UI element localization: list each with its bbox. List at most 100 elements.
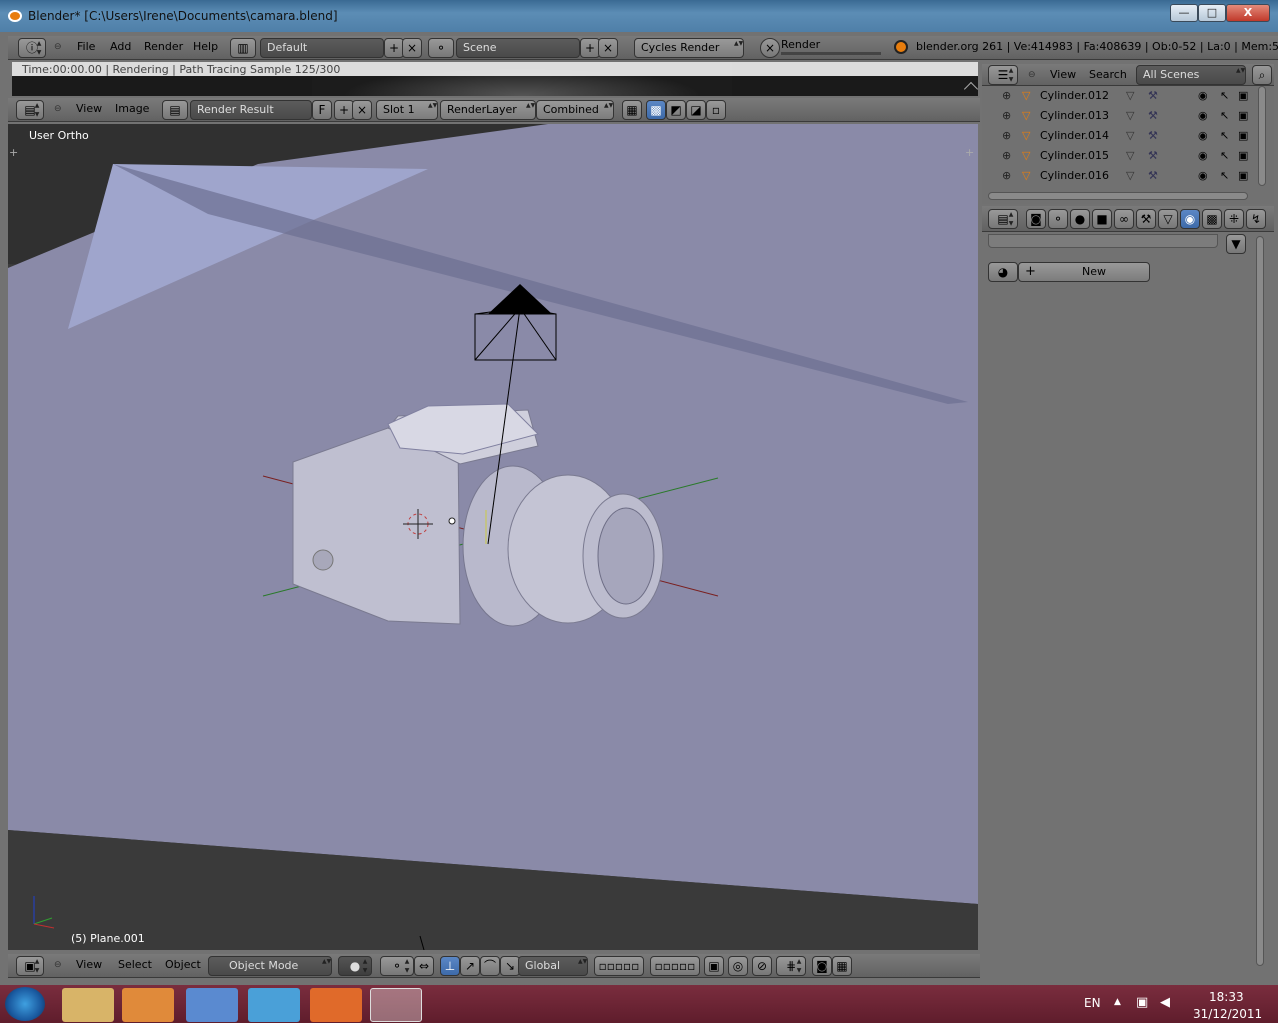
collapse-menu-icon[interactable]: ⊖ (54, 36, 62, 59)
slot-select[interactable]: Slot 1 (376, 100, 438, 120)
close-button[interactable]: X (1226, 4, 1270, 22)
menu-image[interactable]: Image (115, 98, 149, 121)
tray-arrow-icon[interactable]: ▲ (1114, 997, 1121, 1007)
renderability-camera-icon[interactable]: ▣ (1238, 86, 1248, 106)
collapse-menu-icon[interactable]: ⊖ (54, 954, 62, 977)
renderability-camera-icon[interactable]: ▣ (1238, 146, 1248, 166)
language-indicator[interactable]: EN (1084, 996, 1101, 1010)
image-browse-icon[interactable]: ▤ (162, 100, 188, 120)
draw-rgb-icon[interactable]: ◪ (686, 100, 706, 120)
constraints-tab-icon[interactable]: ∞ (1114, 209, 1134, 229)
clock-time[interactable]: 18:33 (1209, 990, 1244, 1004)
outliner-display-mode-select[interactable]: All Scenes (1136, 65, 1246, 85)
texture-tab-icon[interactable]: ▩ (1202, 209, 1222, 229)
search-icon[interactable]: ⌕ (1252, 65, 1272, 85)
pivot-point-select[interactable]: ⚬ (380, 956, 414, 976)
outliner-row[interactable]: ⊕ ▽ Cylinder.015 ▽ ⚒ ◉ ↖ ▣ (982, 146, 1252, 166)
cancel-render-icon[interactable]: × (760, 38, 780, 58)
material-tab-icon[interactable]: ◉ (1180, 209, 1200, 229)
menu-view[interactable]: View (1050, 64, 1076, 85)
physics-tab-icon[interactable]: ↯ (1246, 209, 1266, 229)
blender-taskbar-icon[interactable] (370, 988, 422, 1022)
selectability-cursor-icon[interactable]: ↖ (1220, 166, 1229, 186)
editor-type-outliner-button[interactable]: ☰ (988, 65, 1018, 85)
visibility-eye-icon[interactable]: ◉ (1198, 166, 1208, 186)
outliner-item-name[interactable]: Cylinder.013 (1040, 106, 1109, 126)
minimize-button[interactable]: — (1170, 4, 1198, 22)
editor-type-properties-button[interactable]: ▤ (988, 209, 1018, 229)
snap-element-select[interactable]: ⋕ (776, 956, 806, 976)
outliner-item-name[interactable]: Cylinder.012 (1040, 86, 1109, 106)
toolshelf-toggle-icon[interactable]: + (9, 146, 18, 159)
expand-icon[interactable]: ⊕ (1002, 146, 1011, 166)
outliner-vertical-scrollbar[interactable] (1258, 86, 1266, 186)
menu-object[interactable]: Object (165, 954, 201, 977)
layer-buttons-2[interactable]: ▫▫▫▫▫ (650, 956, 700, 976)
object-tab-icon[interactable]: ■ (1092, 209, 1112, 229)
outliner-item-name[interactable]: Cylinder.015 (1040, 146, 1109, 166)
layer-buttons-1[interactable]: ▫▫▫▫▫ (594, 956, 644, 976)
draw-channels-icon[interactable]: ▦ (622, 100, 642, 120)
menu-view[interactable]: View (76, 954, 102, 977)
add-scene-button[interactable]: + (580, 38, 600, 58)
translate-manipulator-icon[interactable]: ⊥ (440, 956, 460, 976)
delete-scene-button[interactable]: × (598, 38, 618, 58)
proportional-edit-icon[interactable]: ◎ (728, 956, 748, 976)
thunderbird-taskbar-icon[interactable] (248, 988, 300, 1022)
menu-help[interactable]: Help (193, 36, 218, 59)
fake-user-button[interactable]: F (312, 100, 332, 120)
menu-select[interactable]: Select (118, 954, 152, 977)
world-tab-icon[interactable]: ● (1070, 209, 1090, 229)
lock-layers-icon[interactable]: ▣ (704, 956, 724, 976)
scene-tab-icon[interactable]: ⚬ (1048, 209, 1068, 229)
material-browse-icon[interactable]: ◕ (988, 262, 1018, 282)
screen-layout-field[interactable]: Default (260, 38, 384, 58)
editor-type-info-button[interactable]: ⓘ (18, 38, 46, 58)
interaction-mode-select[interactable]: Object Mode (208, 956, 332, 976)
draw-z-icon[interactable]: ◩ (666, 100, 686, 120)
renderability-camera-icon[interactable]: ▣ (1238, 166, 1248, 186)
paint-taskbar-icon[interactable] (186, 988, 238, 1022)
firefox-taskbar-icon[interactable] (310, 988, 362, 1022)
manipulator-extra-icon[interactable]: ↘ (500, 956, 520, 976)
opengl-render-icon[interactable]: ◙ (812, 956, 832, 976)
clock-date[interactable]: 31/12/2011 (1193, 1007, 1262, 1021)
add-screen-button[interactable]: + (384, 38, 404, 58)
scene-icon[interactable]: ⚬ (428, 38, 454, 58)
outliner-row[interactable]: ⊕ ▽ Cylinder.013 ▽ ⚒ ◉ ↖ ▣ (982, 106, 1252, 126)
snap-icon[interactable]: ⊘ (752, 956, 772, 976)
render-pass-select[interactable]: Combined (536, 100, 614, 120)
render-engine-select[interactable]: Cycles Render (634, 38, 744, 58)
volume-muted-icon[interactable]: ◀ (1160, 995, 1170, 1010)
menu-file[interactable]: File (77, 36, 95, 59)
render-tab-icon[interactable]: ◙ (1026, 209, 1046, 229)
scene-field[interactable]: Scene (456, 38, 580, 58)
delete-screen-button[interactable]: × (402, 38, 422, 58)
network-icon[interactable]: ▣ (1136, 995, 1148, 1010)
visibility-eye-icon[interactable]: ◉ (1198, 86, 1208, 106)
draw-alpha-icon[interactable]: ▩ (646, 100, 666, 120)
selectability-cursor-icon[interactable]: ↖ (1220, 86, 1229, 106)
properties-scrollbar[interactable] (1256, 236, 1264, 966)
unlink-image-button[interactable]: × (352, 100, 372, 120)
new-image-button[interactable]: + (334, 100, 354, 120)
outliner-item-name[interactable]: Cylinder.014 (1040, 126, 1109, 146)
expand-icon[interactable]: ⊕ (1002, 166, 1011, 186)
menu-render[interactable]: Render (144, 36, 183, 59)
collapse-menu-icon[interactable]: ⊖ (54, 98, 62, 121)
renderability-camera-icon[interactable]: ▣ (1238, 106, 1248, 126)
outliner-row[interactable]: ⊕ ▽ Cylinder.016 ▽ ⚒ ◉ ↖ ▣ (982, 166, 1252, 186)
modifiers-tab-icon[interactable]: ⚒ (1136, 209, 1156, 229)
expand-icon[interactable]: ⊕ (1002, 86, 1011, 106)
start-button[interactable] (5, 987, 45, 1021)
maximize-button[interactable]: □ (1198, 4, 1226, 22)
manipulator-toggle-icon[interactable]: ⇔ (414, 956, 434, 976)
selectability-cursor-icon[interactable]: ↖ (1220, 126, 1229, 146)
media-player-taskbar-icon[interactable] (122, 988, 174, 1022)
material-slot-list[interactable] (988, 234, 1218, 248)
draw-layer-icon[interactable]: ▫ (706, 100, 726, 120)
outliner-row[interactable]: ⊕ ▽ Cylinder.014 ▽ ⚒ ◉ ↖ ▣ (982, 126, 1252, 146)
transform-orientation-select[interactable]: Global (518, 956, 588, 976)
explorer-taskbar-icon[interactable] (62, 988, 114, 1022)
viewport-shading-select[interactable]: ● (338, 956, 372, 976)
